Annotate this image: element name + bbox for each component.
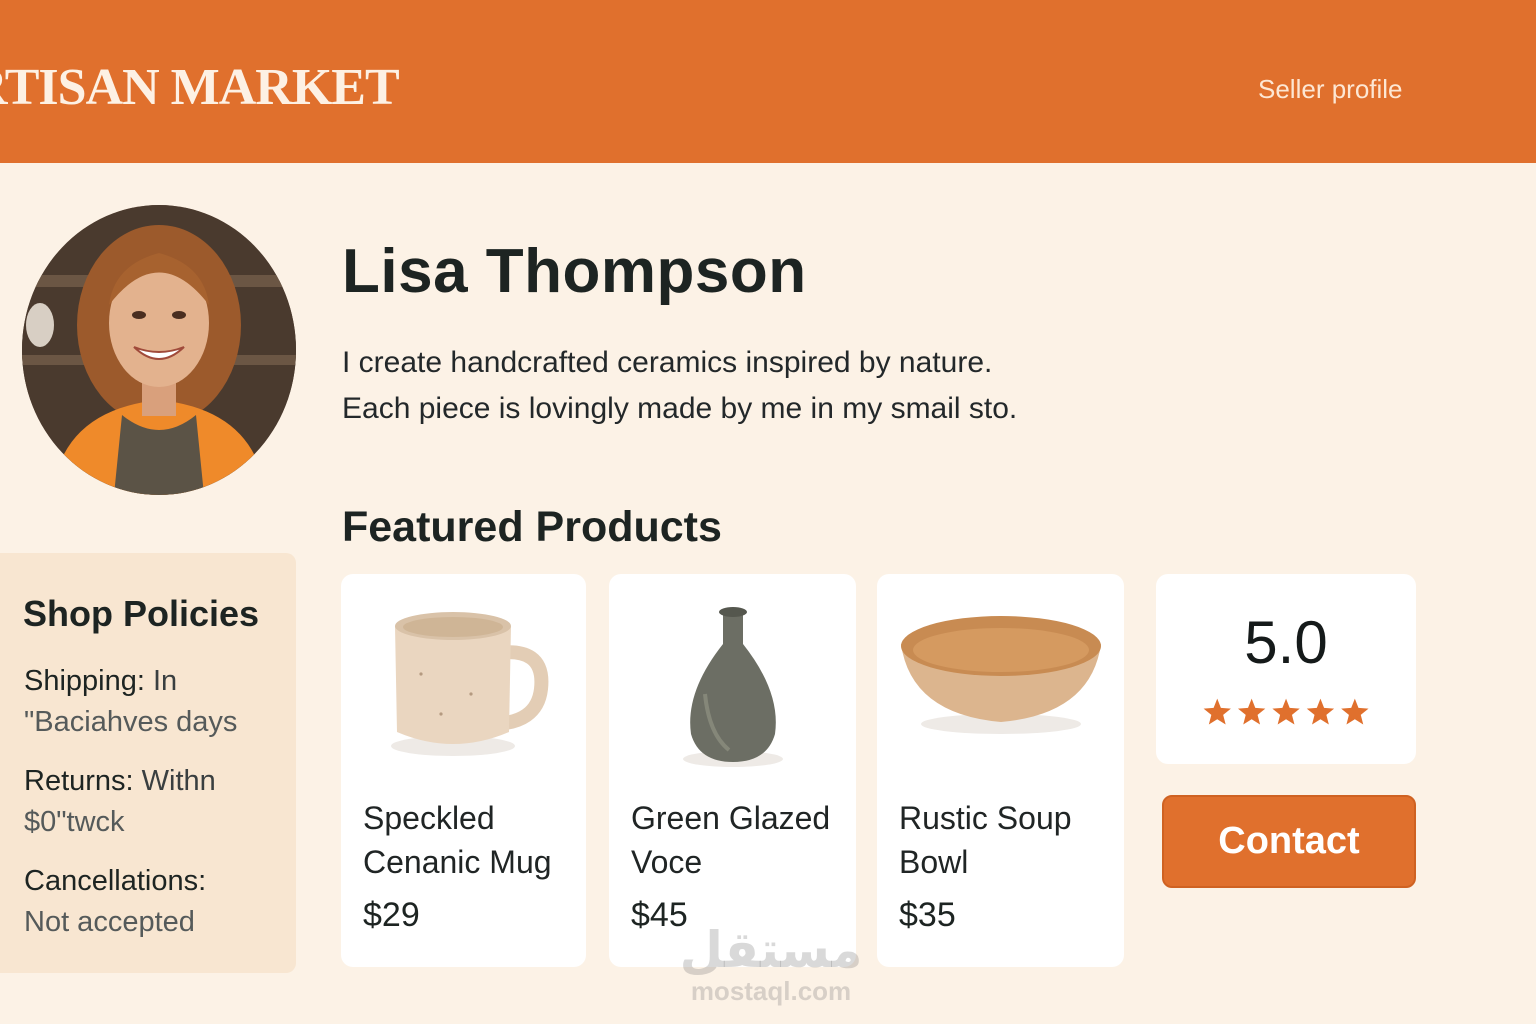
- seller-name: Lisa Thompson: [342, 237, 807, 306]
- policy-value: In: [153, 665, 178, 697]
- shop-policies-title: Shop Policies: [23, 593, 260, 634]
- star-icon: [1237, 698, 1266, 725]
- watermark-arabic: مستقل: [679, 922, 863, 978]
- star-icon: [1272, 698, 1300, 725]
- seller-profile-link[interactable]: Seller profile: [1258, 74, 1403, 105]
- shop-policies-panel: Shop Policies Shipping: In "Baciahves da…: [0, 553, 296, 973]
- rating-value: 5.0: [1244, 609, 1328, 676]
- policy-returns: Returns: Withn $0"twck: [24, 761, 284, 843]
- bio-line: Each piece is lovingly made by me in my …: [342, 392, 1018, 425]
- bowl-icon: [901, 616, 1101, 734]
- policy-shipping: Shipping: In "Baciahves days: [24, 661, 284, 743]
- star-icon: [1341, 698, 1369, 725]
- watermark: مستقل mostaql.com: [676, 925, 866, 1007]
- seller-avatar: [22, 205, 296, 495]
- product-price: $29: [363, 896, 420, 934]
- watermark-latin: mostaql.com: [690, 976, 852, 1006]
- mug-icon: [391, 612, 549, 756]
- product-card[interactable]: Speckled Cenanic Mug $29: [341, 574, 586, 967]
- policy-label: Shipping:: [24, 665, 145, 697]
- rating-stars: [1203, 698, 1369, 725]
- vase-icon: [683, 607, 783, 767]
- policy-value: Withn: [141, 765, 216, 797]
- bio-line: I create handcrafted ceramics inspired b…: [342, 346, 993, 379]
- policy-value: $0"twck: [24, 806, 125, 838]
- star-icon: [1203, 698, 1231, 725]
- policy-cancellations: Cancellations: Not accepted: [24, 861, 284, 943]
- policy-label: Returns:: [24, 765, 134, 797]
- contact-button[interactable]: Contact: [1162, 795, 1416, 888]
- top-header: RTISAN MARKET Seller profile: [0, 0, 1536, 163]
- product-name: Speckled Cenanic Mug: [363, 800, 552, 880]
- rating-card: 5.0: [1156, 574, 1416, 764]
- brand-logo[interactable]: RTISAN MARKET: [0, 58, 400, 117]
- product-name: Rustic Soup Bowl: [899, 800, 1072, 880]
- product-name: Green Glazed Voce: [631, 800, 831, 880]
- product-price: $35: [899, 896, 956, 934]
- policy-value: "Baciahves days: [24, 706, 238, 738]
- policy-value: Not accepted: [24, 906, 195, 938]
- star-icon: [1306, 698, 1335, 725]
- featured-products-title: Featured Products: [342, 503, 722, 551]
- product-card[interactable]: Rustic Soup Bowl $35: [877, 574, 1124, 967]
- policy-label: Cancellations:: [24, 865, 207, 897]
- seller-bio: I create handcrafted ceramics inspired b…: [342, 340, 1162, 432]
- product-card[interactable]: Green Glazed Voce $45: [609, 574, 856, 967]
